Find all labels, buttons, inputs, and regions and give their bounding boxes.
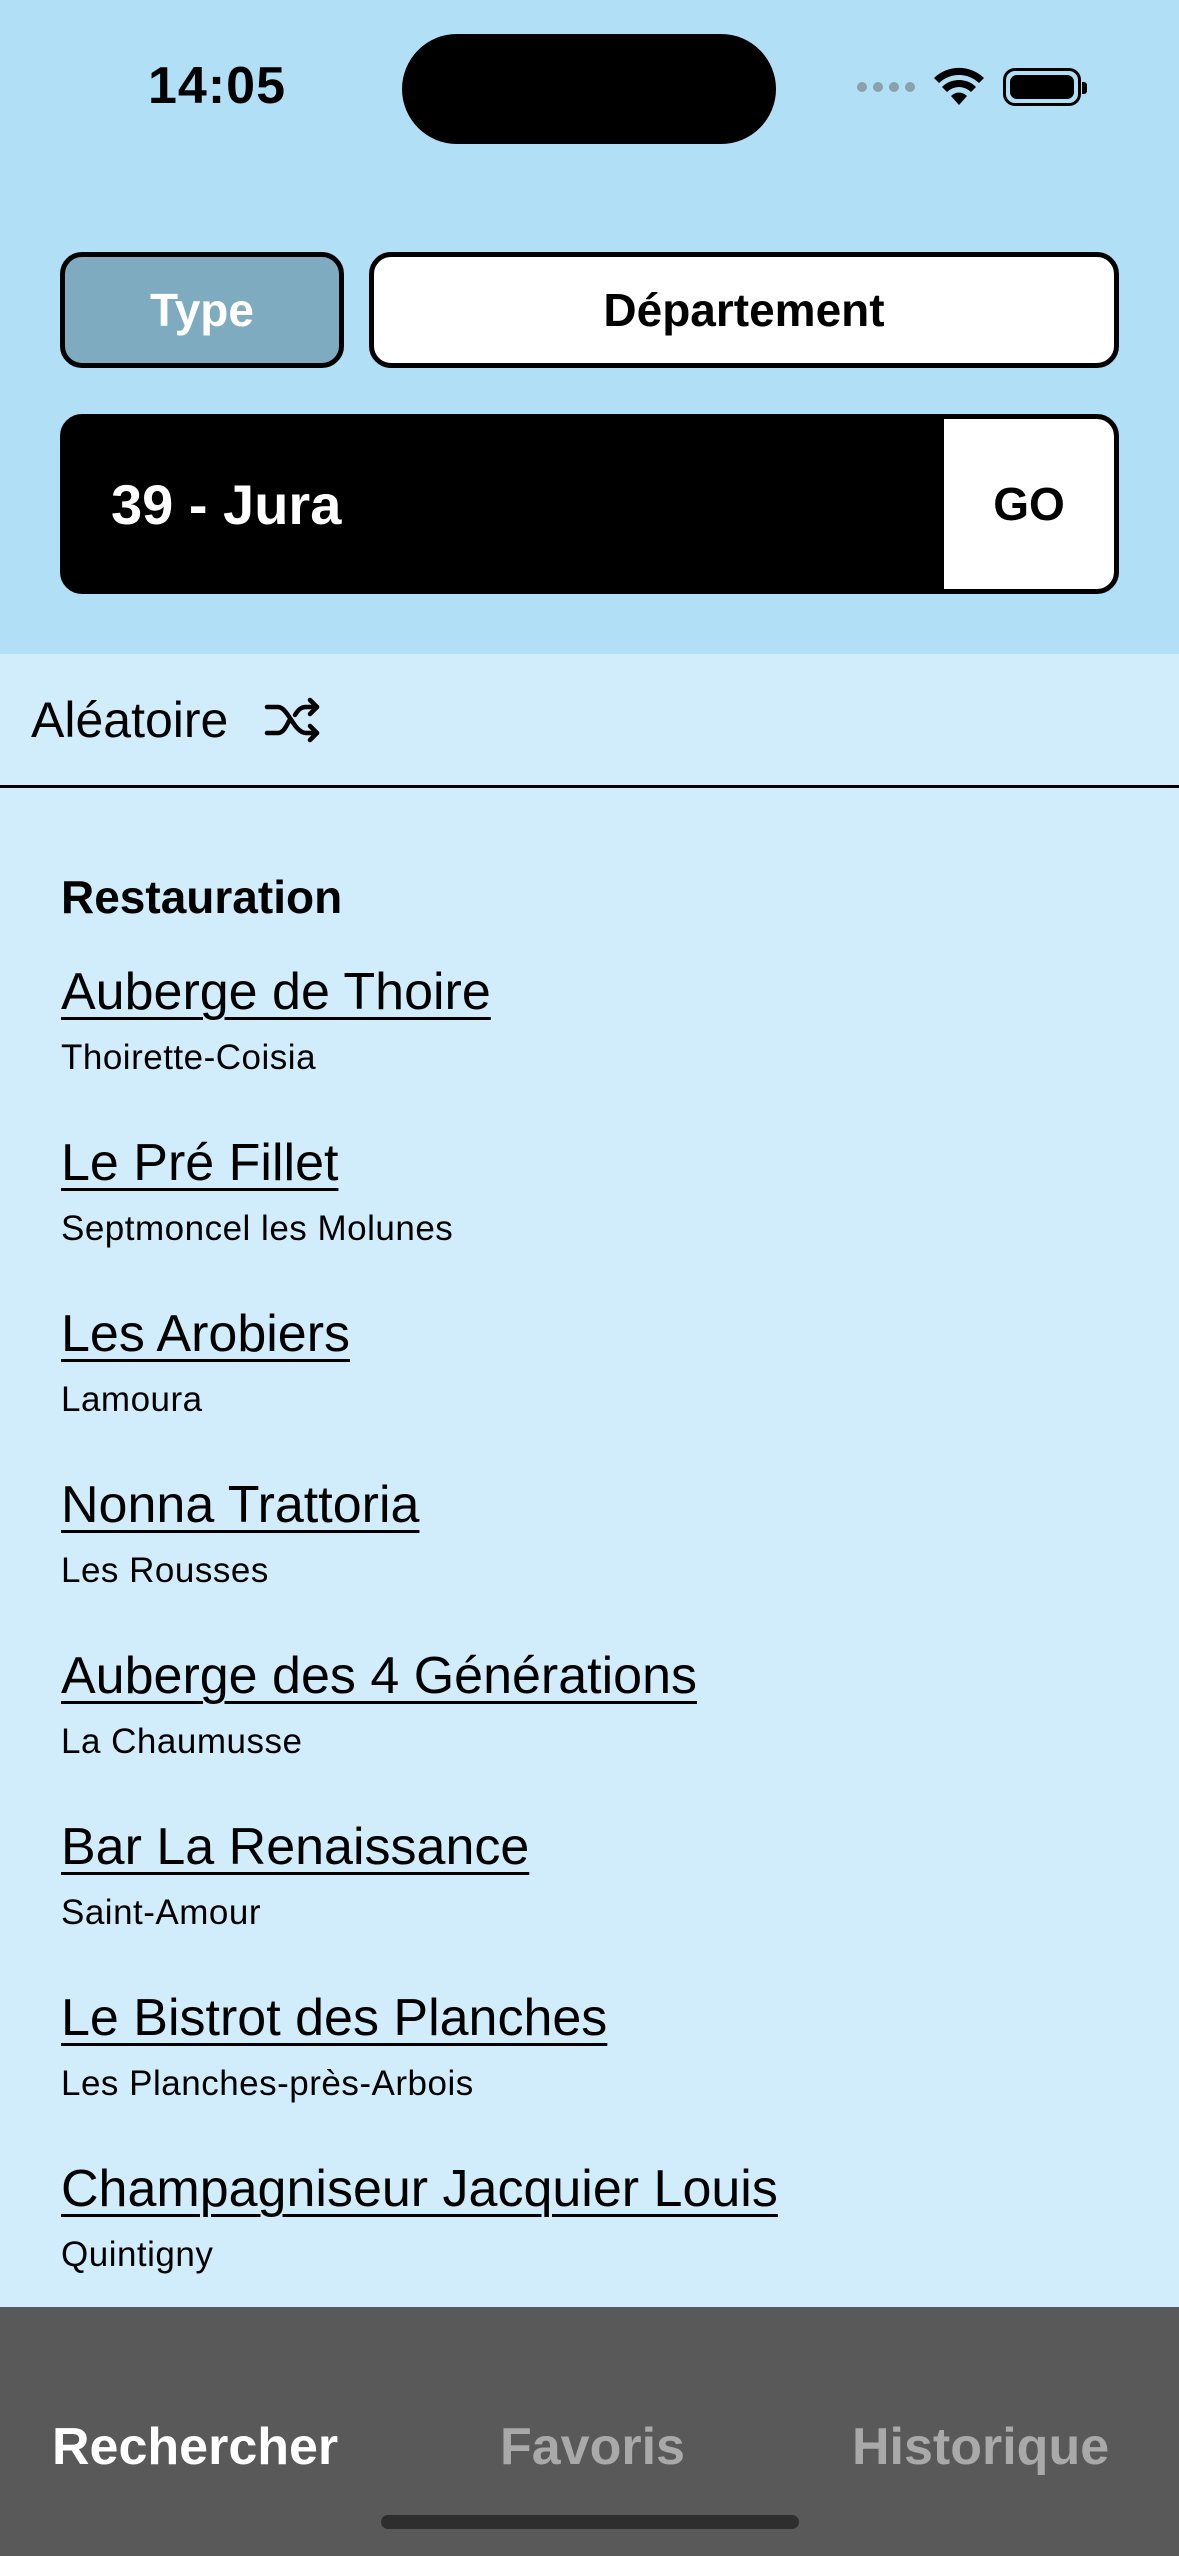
list-item: Les Arobiers Lamoura (61, 1304, 1141, 1475)
list-item: Auberge de Thoire Thoirette-Coisia (61, 962, 1141, 1133)
header: 14:05 Type Département 39 - Jura GO (0, 0, 1179, 654)
section-title: Restauration (61, 871, 343, 923)
department-search-bar: 39 - Jura GO (60, 414, 1119, 594)
shuffle-icon (264, 697, 324, 743)
restaurant-link[interactable]: Les Arobiers (61, 1304, 350, 1364)
restaurant-link[interactable]: Le Bistrot des Planches (61, 1988, 607, 2048)
go-button[interactable]: GO (944, 419, 1114, 589)
list-item: Champagniseur Jacquier Louis Quintigny (61, 2159, 1141, 2330)
results-list: Restauration Auberge de Thoire Thoirette… (61, 870, 1141, 2330)
list-item: Nonna Trattoria Les Rousses (61, 1475, 1141, 1646)
restaurant-link[interactable]: Bar La Renaissance (61, 1817, 529, 1877)
restaurant-link[interactable]: Champagniseur Jacquier Louis (61, 2159, 778, 2219)
tab-history[interactable]: Historique (852, 2417, 1109, 2477)
restaurant-city: Lamoura (61, 1380, 203, 1419)
wifi-icon (933, 67, 985, 107)
restaurant-city: Saint-Amour (61, 1893, 262, 1932)
list-item: Bar La Renaissance Saint-Amour (61, 1817, 1141, 1988)
list-item: Le Pré Fillet Septmoncel les Molunes (61, 1133, 1141, 1304)
type-filter-button[interactable]: Type (60, 252, 344, 368)
home-indicator[interactable] (381, 2515, 799, 2529)
random-button[interactable]: Aléatoire (0, 654, 1179, 788)
restaurant-city: Les Rousses (61, 1551, 269, 1590)
restaurant-link[interactable]: Auberge de Thoire (61, 962, 491, 1022)
tab-search[interactable]: Rechercher (52, 2417, 338, 2477)
status-icons (857, 62, 1087, 112)
cellular-signal-icon (857, 82, 915, 92)
restaurant-link[interactable]: Nonna Trattoria (61, 1475, 419, 1535)
restaurant-link[interactable]: Auberge des 4 Générations (61, 1646, 697, 1706)
status-time: 14:05 (148, 57, 286, 115)
battery-icon (1003, 68, 1087, 106)
list-item: Auberge des 4 Générations La Chaumusse (61, 1646, 1141, 1817)
list-item: Le Bistrot des Planches Les Planches-prè… (61, 1988, 1141, 2159)
dynamic-island (402, 34, 776, 144)
restaurant-city: Quintigny (61, 2235, 214, 2274)
restaurant-city: Septmoncel les Molunes (61, 1209, 454, 1248)
random-label: Aléatoire (31, 691, 229, 748)
department-input[interactable]: 39 - Jura (65, 419, 944, 589)
restaurant-city: Les Planches-près-Arbois (61, 2064, 474, 2103)
restaurant-city: La Chaumusse (61, 1722, 303, 1761)
tab-favorites[interactable]: Favoris (500, 2417, 685, 2477)
restaurant-city: Thoirette-Coisia (61, 1038, 317, 1077)
department-filter-button[interactable]: Département (369, 252, 1119, 368)
restaurant-link[interactable]: Le Pré Fillet (61, 1133, 338, 1193)
